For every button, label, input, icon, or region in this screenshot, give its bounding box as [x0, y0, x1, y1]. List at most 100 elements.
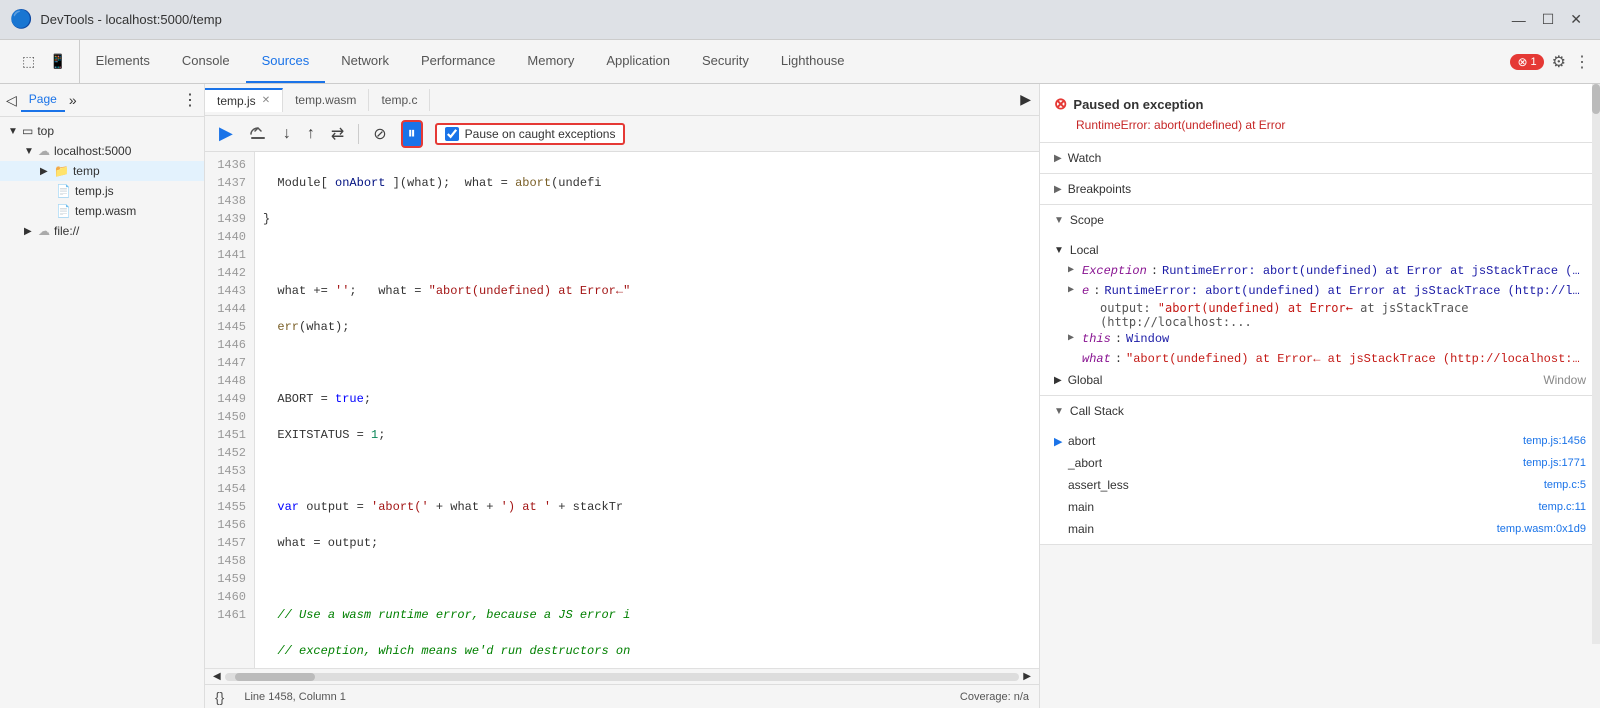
sidebar-more-icon[interactable]: » — [69, 92, 77, 108]
tab-lighthouse[interactable]: Lighthouse — [765, 40, 861, 83]
tab-sources[interactable]: Sources — [246, 40, 326, 83]
code-tabs-more[interactable]: ▶ — [1012, 87, 1039, 112]
scope-header[interactable]: ▼ Scope — [1040, 205, 1600, 235]
exception-title-text: Paused on exception — [1073, 97, 1203, 112]
call-abort-name: abort — [1068, 434, 1523, 448]
code-line-1448: // Use a wasm runtime error, because a J… — [263, 606, 1031, 624]
settings-icon[interactable]: ⚙ — [1552, 52, 1566, 72]
code-line-1444 — [263, 462, 1031, 480]
call-main2-name: main — [1068, 522, 1497, 536]
tree-item-top[interactable]: ▼ ▭ top — [0, 121, 204, 141]
tab-security[interactable]: Security — [686, 40, 765, 83]
call-arrow-icon: ▶ — [1054, 435, 1068, 448]
close-button[interactable]: ✕ — [1562, 11, 1590, 28]
code-line-1442: ABORT = true; — [263, 390, 1031, 408]
scope-local-header[interactable]: ▼ Local — [1040, 239, 1600, 261]
step-back-button[interactable]: ⇄ — [325, 120, 350, 148]
h-scrollbar-thumb[interactable] — [235, 673, 315, 681]
scope-e-item[interactable]: ▶ e: RuntimeError: abort(undefined) at E… — [1040, 281, 1600, 329]
scroll-left-icon[interactable]: ◀ — [213, 671, 221, 682]
title-bar: 🔵 DevTools - localhost:5000/temp — ☐ ✕ — [0, 0, 1600, 40]
tree-item-file[interactable]: ▶ ☁ file:// — [0, 221, 204, 241]
scope-exception-item[interactable]: ▶ Exception: RuntimeError: abort(undefin… — [1040, 261, 1600, 281]
tab-console[interactable]: Console — [166, 40, 246, 83]
this-val: Window — [1126, 332, 1586, 346]
watch-header[interactable]: ▶ Watch — [1040, 143, 1600, 173]
breakpoints-header[interactable]: ▶ Breakpoints — [1040, 174, 1600, 204]
h-scrollbar[interactable] — [225, 673, 1020, 681]
error-count: 1 — [1531, 56, 1537, 68]
step-into-button[interactable]: ↓ — [277, 121, 297, 147]
tree-label-file: file:// — [54, 224, 79, 238]
format-icon[interactable]: {} — [215, 689, 224, 705]
call-main1-loc: temp.c:11 — [1539, 501, 1587, 513]
pause-exceptions-button[interactable]: ⏸ — [401, 120, 423, 148]
e-expand-icon: ▶ — [1068, 284, 1082, 296]
tree-item-temp-folder[interactable]: ▶ 📁 temp — [0, 161, 204, 181]
scope-global-header[interactable]: ▶ Global Window — [1040, 369, 1600, 391]
code-tab-tempjs-close[interactable]: ✕ — [262, 95, 270, 106]
call-item-abort[interactable]: ▶ abort temp.js:1456 — [1040, 430, 1600, 452]
code-line-1436: Module[ onAbort ](what); what = abort(un… — [263, 174, 1031, 192]
error-badge[interactable]: ⊗ 1 — [1510, 54, 1543, 70]
right-panel: ⊗ Paused on exception RuntimeError: abor… — [1040, 84, 1600, 708]
code-tab-tempc[interactable]: temp.c — [369, 89, 430, 111]
code-line-1440: err(what); — [263, 318, 1031, 336]
minimize-button[interactable]: — — [1504, 12, 1534, 28]
local-arrow-icon: ▼ — [1054, 245, 1064, 256]
exception-key: Exception — [1082, 264, 1147, 278]
tab-bar: ⬚ 📱 Elements Console Sources Network Per… — [0, 40, 1600, 84]
tree-item-temp-js[interactable]: 📄 temp.js — [0, 181, 204, 201]
scope-arrow-icon: ▼ — [1054, 215, 1064, 226]
exception-icon: ⊗ — [1054, 94, 1067, 114]
code-line-1441 — [263, 354, 1031, 372]
tab-application[interactable]: Application — [590, 40, 686, 83]
error-icon: ⊗ — [1517, 55, 1527, 69]
v-scrollbar-thumb[interactable] — [1592, 84, 1600, 114]
device-icon[interactable]: 📱 — [45, 51, 70, 72]
file-cloud-icon: ☁ — [38, 224, 50, 238]
tab-performance[interactable]: Performance — [405, 40, 511, 83]
code-tabs: temp.js ✕ temp.wasm temp.c ▶ — [205, 84, 1039, 116]
call-_abort-loc: temp.js:1771 — [1523, 457, 1586, 469]
step-over-button[interactable] — [243, 121, 273, 147]
tree-item-temp-wasm[interactable]: 📄 temp.wasm — [0, 201, 204, 221]
scroll-right-icon[interactable]: ▶ — [1023, 671, 1031, 682]
tab-memory[interactable]: Memory — [511, 40, 590, 83]
tree-label-localhost: localhost:5000 — [54, 144, 131, 158]
tab-elements[interactable]: Elements — [80, 40, 166, 83]
call-item-_abort[interactable]: _abort temp.js:1771 — [1040, 452, 1600, 474]
sidebar-menu-icon[interactable]: ⋮ — [182, 90, 198, 110]
step-out-button[interactable]: ↑ — [301, 121, 321, 147]
maximize-button[interactable]: ☐ — [1534, 11, 1563, 28]
tab-network[interactable]: Network — [325, 40, 405, 83]
scope-this-item[interactable]: ▶ this: Window — [1040, 329, 1600, 349]
inspect-icon[interactable]: ⬚ — [18, 51, 39, 72]
main-content: ◁ Page » ⋮ ▼ ▭ top ▼ ☁ localhost:5000 ▶ — [0, 84, 1600, 708]
more-icon[interactable]: ⋮ — [1574, 52, 1590, 72]
sidebar-back-icon[interactable]: ◁ — [6, 92, 17, 109]
tree-item-localhost[interactable]: ▼ ☁ localhost:5000 — [0, 141, 204, 161]
resume-button[interactable]: ▶ — [213, 119, 239, 148]
page-tab[interactable]: Page — [21, 88, 65, 112]
exception-msg: RuntimeError: abort(undefined) at Error — [1054, 118, 1586, 132]
debug-toolbar: ▶ ↓ ↑ ⇄ ⊘ ⏸ Pause on caught exceptions — [205, 116, 1039, 152]
call-item-main1[interactable]: main temp.c:11 — [1040, 496, 1600, 518]
h-scrollbar-area[interactable]: ◀ ▶ — [205, 668, 1039, 684]
call-item-main2[interactable]: main temp.wasm:0x1d9 — [1040, 518, 1600, 540]
code-tab-tempjs[interactable]: temp.js ✕ — [205, 88, 283, 112]
code-tab-tempwasm[interactable]: temp.wasm — [283, 89, 369, 111]
v-scrollbar-track[interactable] — [1592, 84, 1600, 644]
devtools-icon: 🔵 — [10, 9, 32, 30]
code-content[interactable]: Module[ onAbort ](what); what = abort(un… — [255, 152, 1039, 668]
breakpoints-arrow-icon: ▶ — [1054, 184, 1062, 195]
pause-exception-area: Pause on caught exceptions — [435, 123, 626, 145]
pause-caught-checkbox[interactable] — [445, 127, 459, 141]
code-area[interactable]: 1436 1437 1438 1439 1440 1441 1442 1443 … — [205, 152, 1039, 668]
js-file-icon: 📄 — [56, 184, 71, 198]
deactivate-button[interactable]: ⊘ — [367, 120, 392, 148]
call-item-assert-less[interactable]: assert_less temp.c:5 — [1040, 474, 1600, 496]
call-stack-header[interactable]: ▼ Call Stack — [1040, 396, 1600, 426]
scope-what-item[interactable]: what: "abort(undefined) at Error← at jsS… — [1040, 349, 1600, 369]
status-bar: {} Line 1458, Column 1 Coverage: n/a — [205, 684, 1039, 708]
